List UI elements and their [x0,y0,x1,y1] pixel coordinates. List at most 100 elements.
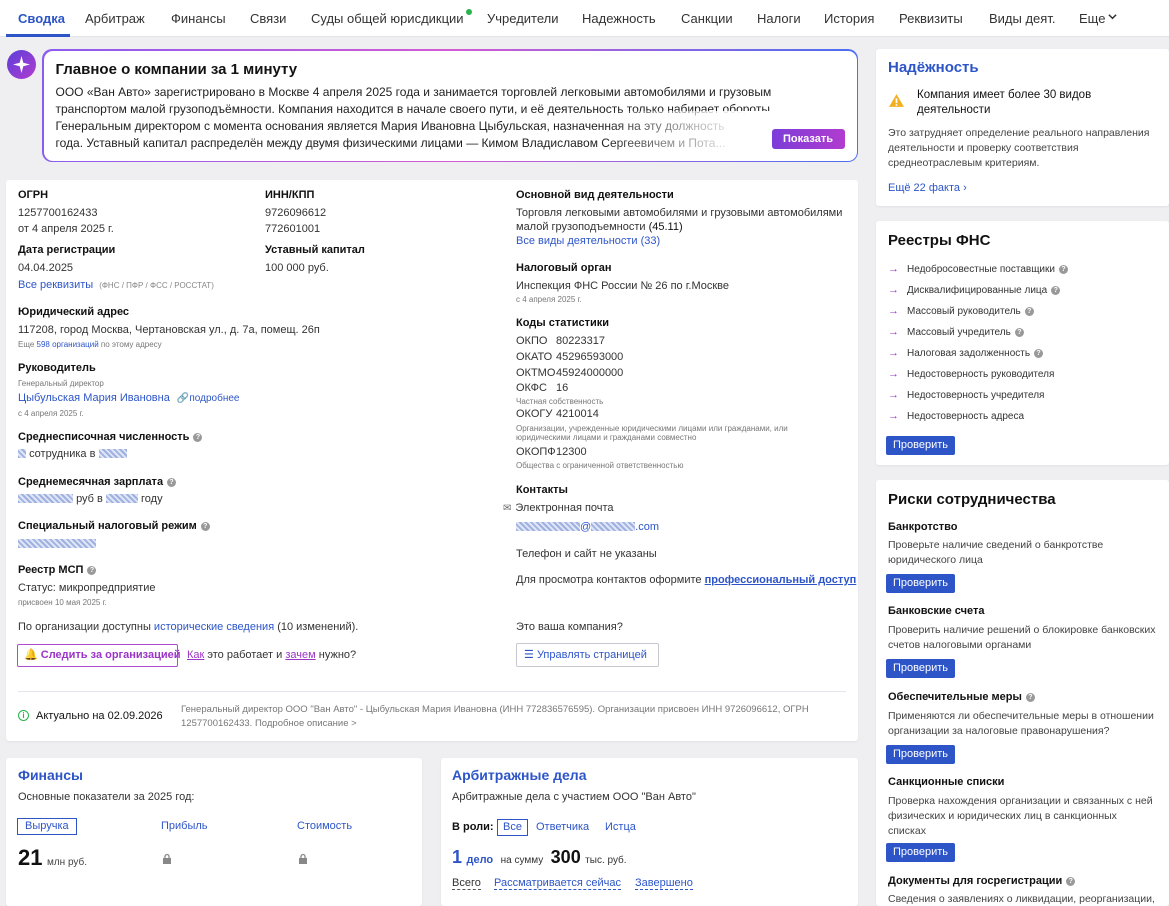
tab-taxes[interactable]: Налоги [757,11,801,26]
help-icon[interactable]: ? [87,566,97,575]
fns-item[interactable]: → Недостоверность учредителя [888,389,1044,401]
tab-arbitration[interactable]: Арбитраж [85,11,145,26]
history-suffix: (10 изменений). [274,621,359,633]
salary-label: Среднемесячная зарплата [18,476,164,488]
role-all[interactable]: Все [497,819,528,836]
tab-courts[interactable]: Суды общей юрисдикции [311,11,464,26]
arrow-right-icon: → [888,410,899,422]
fns-item[interactable]: → Налоговая задолженность? [888,347,1044,359]
ai-sparkle-icon [7,50,36,79]
help-icon[interactable]: ? [1066,877,1076,886]
okogu-note: Организации, учрежденные юридическими ли… [516,424,788,433]
tab-revenue[interactable]: Выручка [17,818,77,835]
tab-history[interactable]: История [824,11,874,26]
company-details-card: ОГРН 1257700162433 от 4 апреля 2025 г. Д… [6,180,858,741]
tab-profit[interactable]: Прибыль [161,820,208,832]
finance-title[interactable]: Финансы [18,767,83,783]
history-link[interactable]: исторические сведения [154,621,274,633]
reg-date-value: 04.04.2025 [18,262,74,274]
help-icon[interactable]: ? [1025,693,1035,702]
fns-item[interactable]: → Массовый руководитель? [888,305,1034,317]
fns-item[interactable]: → Дисквалифицированные лица? [888,284,1061,296]
filter-all[interactable]: Всего [452,877,481,890]
tab-activities[interactable]: Виды деят. [989,11,1055,26]
case-unit[interactable]: дело [466,854,493,866]
why-link[interactable]: зачем [285,649,315,661]
summary-line: ООО «Ван Авто» зарегистрировано в Москве… [55,84,772,99]
fns-title: Реестры ФНС [888,232,991,249]
how-link[interactable]: Как [187,649,204,661]
tab-more[interactable]: Еще [1079,11,1105,26]
tab-reliability[interactable]: Надежность [582,11,656,26]
help-icon[interactable]: ? [1014,328,1024,337]
all-activities-link[interactable]: Все виды деятельности (33) [516,235,660,247]
fns-item[interactable]: → Недостоверность адреса [888,410,1024,422]
chevron-right-icon[interactable]: › [963,182,967,194]
new-indicator-dot [466,9,472,15]
filter-completed[interactable]: Завершено [635,877,693,890]
more-facts-link[interactable]: Ещё 22 факта [888,182,960,194]
bankruptcy-desc: Проверьте наличие сведений о банкротстве [888,539,1104,551]
arrow-right-icon: → [888,326,899,338]
follow-organization-button[interactable]: 🔔 Следить за организацией [17,644,181,667]
bank-accounts-desc: счетов налоговыми органами [888,639,1032,651]
bankruptcy-check-button[interactable]: Проверить [886,574,956,593]
ogrn-value: 1257700162433 [18,207,98,219]
manage-page-button[interactable]: ☰ Управлять страницей [516,643,659,667]
help-icon[interactable]: ? [193,433,203,442]
address-note-suffix: по этому адресу [98,340,162,349]
bankruptcy-title: Банкротство [888,521,958,533]
tax-office-value: Инспекция ФНС России № 26 по г.Москве [516,280,730,292]
filter-current[interactable]: Рассматривается сейчас [494,877,621,890]
pro-access-link[interactable]: профессиональный доступ [705,574,857,586]
info-icon: i [18,710,29,721]
help-icon[interactable]: ? [200,522,210,531]
role-plaintiff[interactable]: Истца [605,821,636,833]
arbitration-card: Арбитражные дела Арбитражные дела с учас… [441,758,858,906]
measures-check-button[interactable]: Проверить [886,745,956,764]
tab-value[interactable]: Стоимость [297,820,352,832]
oktmo-value: 45924000000 [556,367,624,379]
fns-check-button[interactable]: Проверить [886,436,956,455]
tab-requisites[interactable]: Реквизиты [899,11,963,26]
summary-fade [603,110,784,161]
head-more-link[interactable]: подробнее [189,393,239,404]
salary-mid: руб в [76,493,103,505]
help-icon[interactable]: ? [167,478,177,487]
msp-label: Реестр МСП [18,564,84,576]
sanctions-desc: физических и юридических лиц в санкционн… [888,810,1117,822]
arbitration-title[interactable]: Арбитражные дела [452,767,586,783]
footer-description-more[interactable]: 1257700162433. Подробное описание > [181,718,357,729]
help-icon[interactable]: ? [1051,286,1061,295]
tab-summary[interactable]: Сводка [18,11,65,26]
tab-links[interactable]: Связи [250,11,286,26]
head-name-link[interactable]: Цыбульская Мария Ивановна [18,392,170,404]
fns-item[interactable]: → Недобросовестные поставщики? [888,263,1068,275]
case-count[interactable]: 1 [452,847,462,867]
fns-item[interactable]: → Недостоверность руководителя [888,368,1054,380]
tab-sanctions[interactable]: Санкции [681,11,733,26]
reliability-title[interactable]: Надёжность [888,59,979,76]
arrow-right-icon: → [888,347,899,359]
chevron-down-icon[interactable] [1108,12,1117,21]
role-defendant[interactable]: Ответчика [536,821,589,833]
help-icon[interactable]: ? [1034,349,1044,358]
okato-key: ОКАТО [516,351,553,363]
why-text: нужно? [315,649,357,661]
fns-item[interactable]: → Массовый учредитель? [888,326,1024,338]
footer-description: Генеральный директор ООО "Ван Авто" - Цы… [181,704,809,715]
bank-accounts-check-button[interactable]: Проверить [886,659,956,678]
divider [18,691,846,692]
help-icon[interactable]: ? [1024,307,1034,316]
inn-kpp-label: ИНН/КПП [265,189,315,201]
tab-finance[interactable]: Финансы [171,11,226,26]
arrow-right-icon: → [888,305,899,317]
help-icon[interactable]: ? [1058,265,1068,274]
all-requisites-link[interactable]: Все реквизиты [18,279,93,291]
show-summary-button[interactable]: Показать [771,128,845,149]
same-address-link[interactable]: 598 организаций [37,340,99,349]
tab-founders[interactable]: Учредители [487,11,559,26]
sanctions-check-button[interactable]: Проверить [886,843,956,862]
reliability-warning: деятельности [917,104,991,116]
bank-accounts-title: Банковские счета [888,605,985,617]
